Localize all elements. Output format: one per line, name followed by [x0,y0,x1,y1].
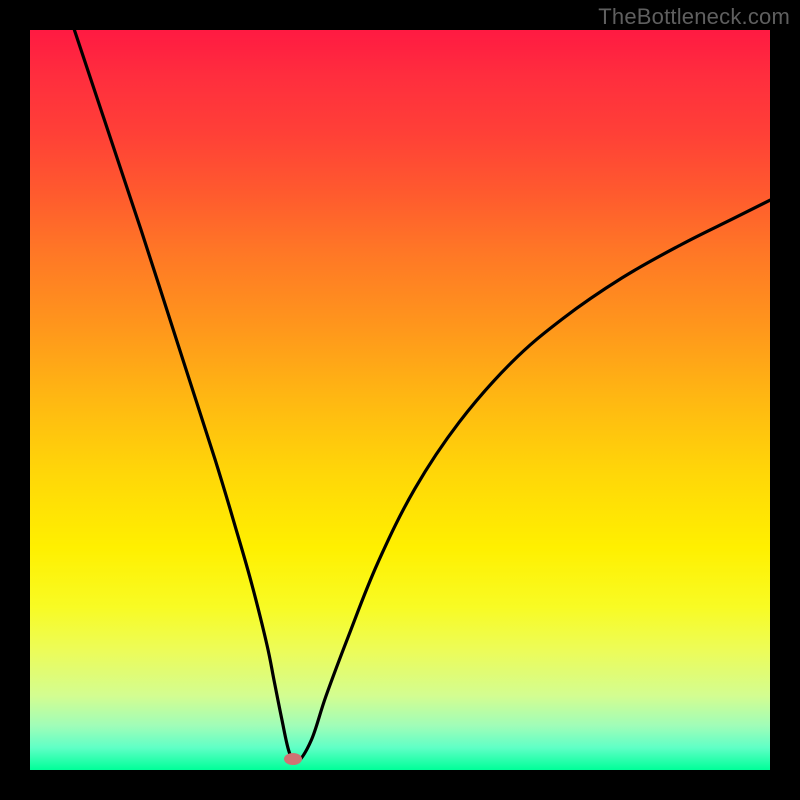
chart-frame: TheBottleneck.com [0,0,800,800]
bottleneck-curve [74,30,770,763]
plot-area [30,30,770,770]
curve-svg [30,30,770,770]
watermark-text: TheBottleneck.com [598,4,790,30]
optimal-point-marker [284,753,302,765]
